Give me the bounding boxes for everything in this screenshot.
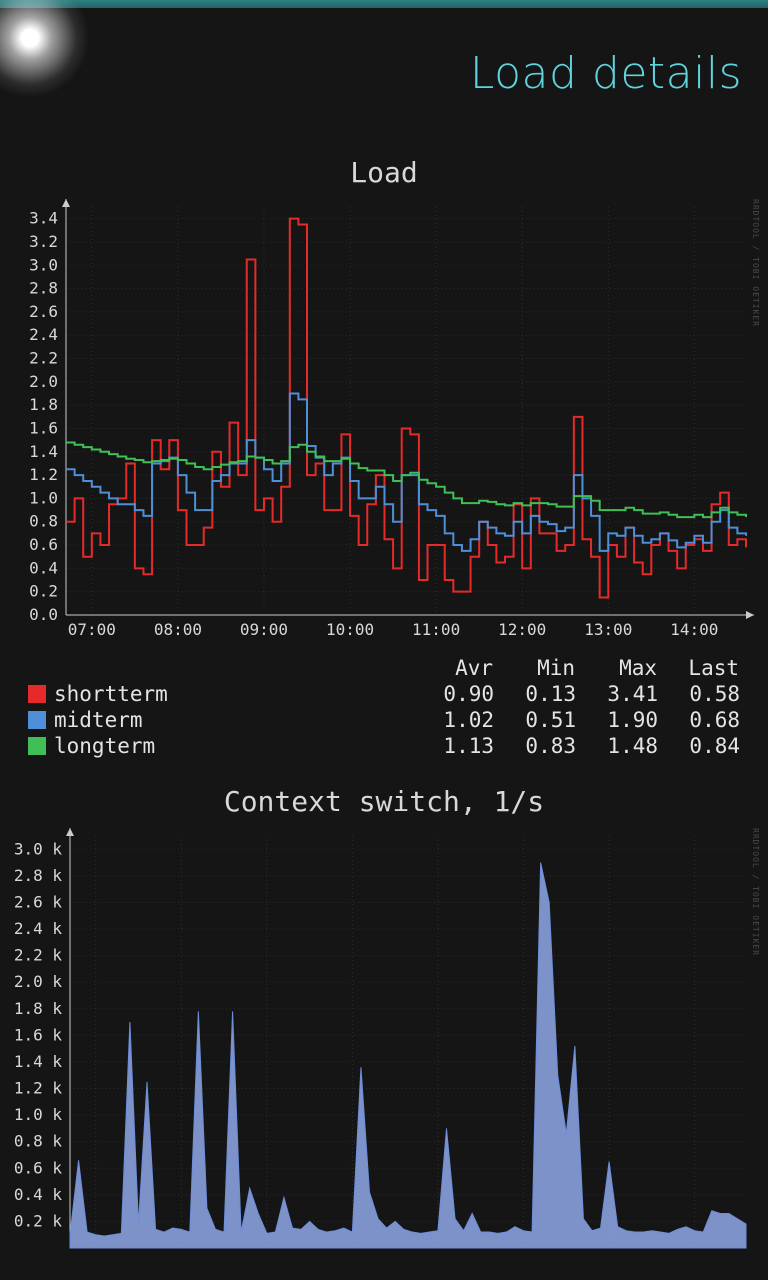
- chart1-box: RRDTOOL / TOBI OETIKER 0.0 0.2 0.4 0.6 0.8 1.…: [10, 195, 758, 645]
- legend-label-longterm: longterm: [54, 734, 155, 758]
- chart2-title: Context switch, 1/s: [0, 785, 768, 818]
- svg-text:1.6 k: 1.6 k: [14, 1025, 63, 1044]
- svg-text:3.0: 3.0: [29, 255, 58, 274]
- svg-text:2.4 k: 2.4 k: [14, 919, 63, 938]
- legend-midterm-last: 0.68: [658, 707, 740, 733]
- svg-text:08:00: 08:00: [154, 620, 202, 639]
- legend-h-last: Last: [658, 655, 740, 681]
- legend-row-shortterm: shortterm 0.900.133.410.58: [28, 681, 740, 707]
- svg-text:09:00: 09:00: [240, 620, 288, 639]
- legend-h-min: Min: [494, 655, 576, 681]
- chart2-credit: RRDTOOL / TOBI OETIKER: [751, 828, 760, 956]
- svg-text:2.2: 2.2: [29, 349, 58, 368]
- svg-text:0.4: 0.4: [29, 558, 58, 577]
- svg-text:2.0: 2.0: [29, 372, 58, 391]
- svg-text:2.8 k: 2.8 k: [14, 866, 63, 885]
- legend-shortterm-avr: 0.90: [412, 681, 494, 707]
- svg-text:10:00: 10:00: [326, 620, 374, 639]
- swatch-longterm: [28, 737, 46, 755]
- legend-shortterm-min: 0.13: [494, 681, 576, 707]
- legend-row-midterm: midterm 1.020.511.900.68: [28, 707, 740, 733]
- svg-text:3.4: 3.4: [29, 209, 58, 228]
- svg-text:2.4: 2.4: [29, 325, 58, 344]
- svg-text:12:00: 12:00: [498, 620, 546, 639]
- svg-text:3.2: 3.2: [29, 232, 58, 251]
- legend-label-shortterm: shortterm: [54, 682, 168, 706]
- chart1-credit: RRDTOOL / TOBI OETIKER: [751, 199, 760, 327]
- legend-h-avr: Avr: [412, 655, 494, 681]
- svg-text:1.8 k: 1.8 k: [14, 999, 63, 1018]
- legend-midterm-max: 1.90: [576, 707, 658, 733]
- swatch-midterm: [28, 711, 46, 729]
- svg-text:0.2: 0.2: [29, 582, 58, 601]
- legend-longterm-min: 0.83: [494, 733, 576, 759]
- chart1-svg: 0.0 0.2 0.4 0.6 0.8 1.0 1.2 1.4 1.6 1.8 2.0 2.2 2.4 2…: [10, 195, 758, 645]
- legend-h-max: Max: [576, 655, 658, 681]
- legend-longterm-last: 0.84: [658, 733, 740, 759]
- legend-label-midterm: midterm: [54, 708, 143, 732]
- svg-text:0.2 k: 0.2 k: [14, 1211, 63, 1230]
- svg-text:1.2 k: 1.2 k: [14, 1079, 63, 1098]
- svg-text:1.8: 1.8: [29, 395, 58, 414]
- svg-text:1.4 k: 1.4 k: [14, 1052, 63, 1071]
- svg-text:0.4 k: 0.4 k: [14, 1185, 63, 1204]
- svg-text:07:00: 07:00: [68, 620, 116, 639]
- legend-shortterm-max: 3.41: [576, 681, 658, 707]
- chart2-box: RRDTOOL / TOBI OETIKER 0.2 k0.4 k0.6 k0.…: [10, 824, 758, 1256]
- svg-text:1.6: 1.6: [29, 418, 58, 437]
- svg-text:0.6 k: 0.6 k: [14, 1158, 63, 1177]
- svg-text:1.2: 1.2: [29, 465, 58, 484]
- svg-text:2.6 k: 2.6 k: [14, 892, 63, 911]
- svg-text:0.6: 0.6: [29, 535, 58, 554]
- chart1-title: Load: [0, 156, 768, 189]
- header: Load details: [0, 8, 768, 138]
- svg-text:0.8 k: 0.8 k: [14, 1132, 63, 1151]
- svg-text:1.4: 1.4: [29, 442, 58, 461]
- svg-text:0.8: 0.8: [29, 512, 58, 531]
- svg-text:11:00: 11:00: [412, 620, 460, 639]
- chart2-svg: 0.2 k 0.4 k 0.6 k 0.8 k 1.0 k 1.2 k 1.4 k 1.6 k…: [10, 824, 758, 1256]
- svg-text:2.8: 2.8: [29, 279, 58, 298]
- svg-text:2.2 k: 2.2 k: [14, 946, 63, 965]
- swatch-shortterm: [28, 685, 46, 703]
- legend-midterm-min: 0.51: [494, 707, 576, 733]
- svg-text:0.0: 0.0: [29, 605, 58, 624]
- svg-text:13:00: 13:00: [584, 620, 632, 639]
- svg-text:14:00: 14:00: [670, 620, 718, 639]
- legend-shortterm-last: 0.58: [658, 681, 740, 707]
- chart1-legend: Avr Min Max Last shortterm 0.900.133.410.…: [28, 655, 740, 759]
- page-title: Load details: [470, 48, 742, 99]
- svg-text:1.0: 1.0: [29, 488, 58, 507]
- legend-midterm-avr: 1.02: [412, 707, 494, 733]
- svg-text:1.0 k: 1.0 k: [14, 1105, 63, 1124]
- glow-decoration: [0, 0, 90, 98]
- svg-text:3.0 k: 3.0 k: [14, 839, 63, 858]
- top-bar: [0, 0, 768, 8]
- legend-longterm-max: 1.48: [576, 733, 658, 759]
- svg-text:2.6: 2.6: [29, 302, 58, 321]
- svg-text:2.0 k: 2.0 k: [14, 972, 63, 991]
- legend-row-longterm: longterm 1.130.831.480.84: [28, 733, 740, 759]
- legend-longterm-avr: 1.13: [412, 733, 494, 759]
